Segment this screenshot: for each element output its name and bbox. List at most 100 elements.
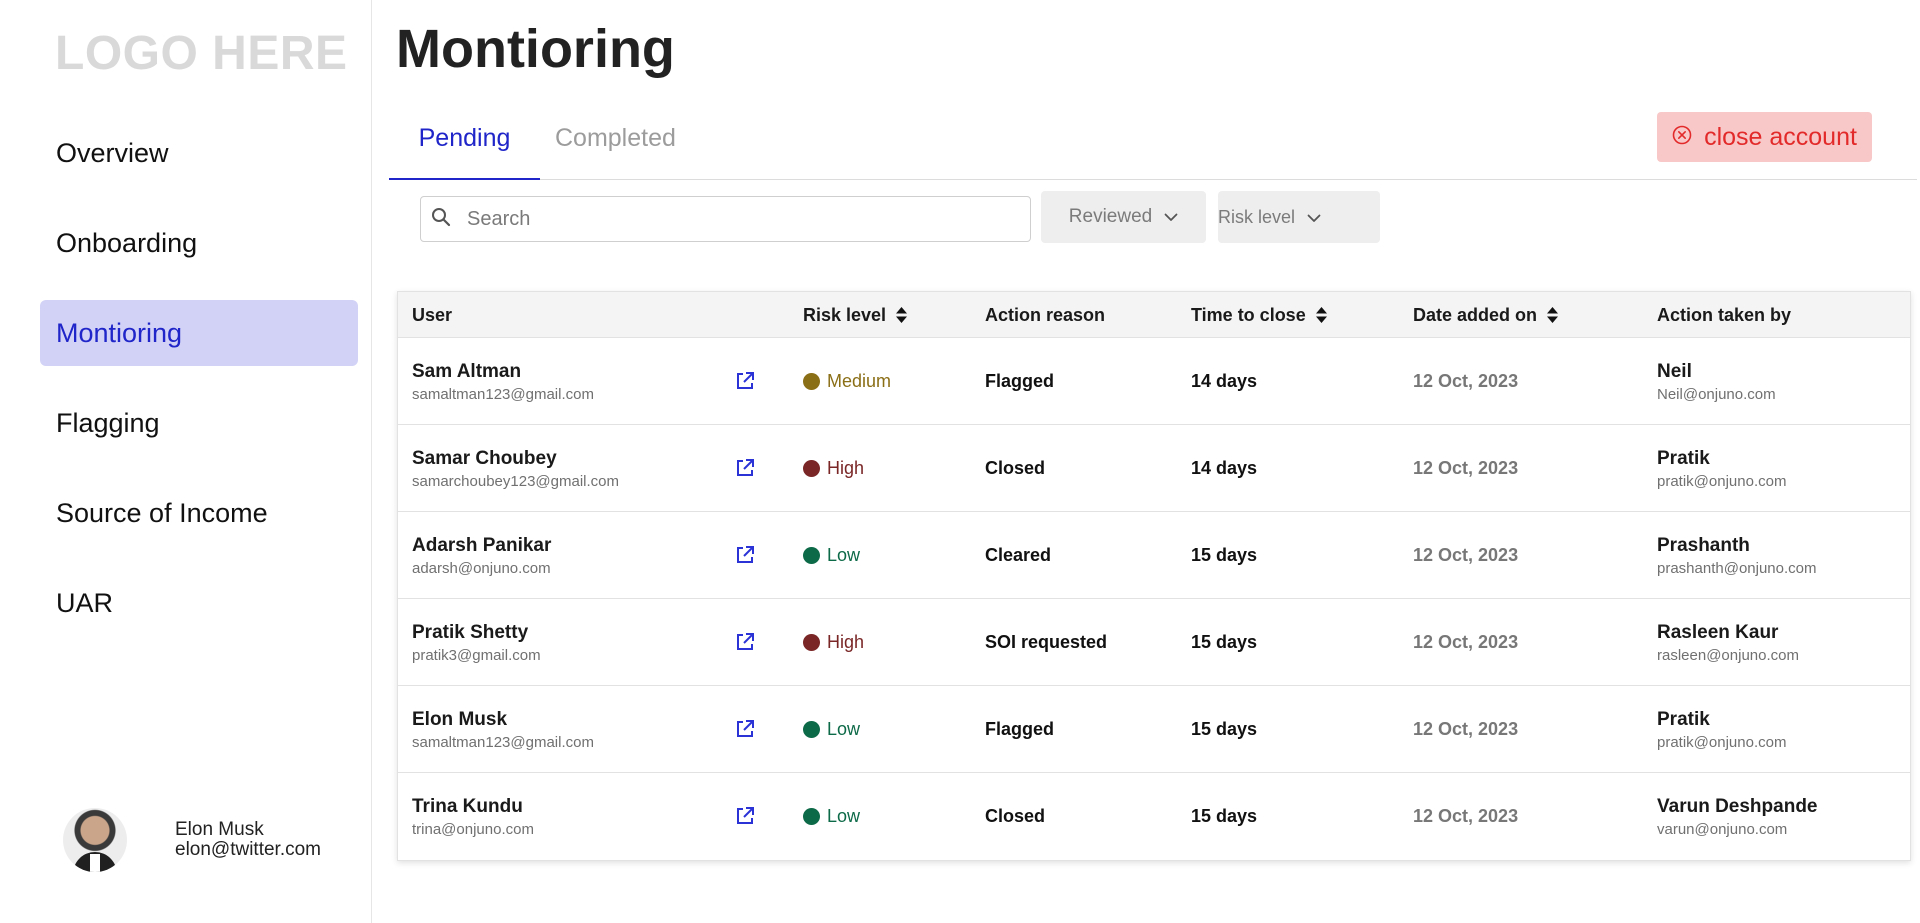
risk-level-filter-dropdown[interactable]: Risk level	[1218, 191, 1380, 243]
time-to-close-cell: 15 days	[1191, 545, 1258, 565]
action-by-email: rasleen@onjuno.com	[1657, 646, 1799, 664]
action-taken-by-cell: Neil Neil@onjuno.com	[1657, 338, 1776, 425]
user-cell: Trina Kundu trina@onjuno.com	[412, 773, 534, 860]
close-account-button[interactable]: close account	[1657, 112, 1872, 162]
sidebar-nav: Overview Onboarding Montioring Flagging …	[40, 120, 358, 660]
avatar	[63, 808, 127, 872]
action-taken-by-cell: Varun Deshpande varun@onjuno.com	[1657, 773, 1818, 860]
action-by-name: Rasleen Kaur	[1657, 621, 1779, 643]
action-taken-by-cell: Rasleen Kaur rasleen@onjuno.com	[1657, 599, 1799, 686]
sidebar-item-overview[interactable]: Overview	[40, 120, 358, 186]
user-cell: Samar Choubey samarchoubey123@gmail.com	[412, 425, 619, 512]
external-link-icon[interactable]	[735, 719, 755, 744]
date-added-cell: 12 Oct, 2023	[1413, 719, 1519, 739]
current-user-email: elon@twitter.com	[175, 839, 322, 860]
user-email: adarsh@onjuno.com	[412, 559, 551, 577]
sort-icon	[1547, 307, 1559, 323]
external-link-icon[interactable]	[735, 806, 755, 831]
risk-label: Low	[827, 806, 861, 826]
action-reason-cell: Cleared	[985, 545, 1052, 565]
table-header-row: User Risk level Action reason Time to cl…	[398, 292, 1910, 338]
column-header-time-to-close[interactable]: Time to close	[1191, 292, 1327, 338]
user-email: samaltman123@gmail.com	[412, 733, 594, 751]
current-user-card[interactable]: Elon Musk elon@twitter.com	[63, 808, 321, 872]
column-header-risk-level[interactable]: Risk level	[803, 292, 908, 338]
table-row[interactable]: Elon Musk samaltman123@gmail.com Low Fla…	[398, 686, 1910, 773]
date-added-cell: 12 Oct, 2023	[1413, 545, 1519, 565]
date-added-cell: 12 Oct, 2023	[1413, 371, 1519, 391]
external-link-icon[interactable]	[735, 632, 755, 657]
table-row[interactable]: Samar Choubey samarchoubey123@gmail.com …	[398, 425, 1910, 512]
sidebar-item-monitoring[interactable]: Montioring	[40, 300, 358, 366]
risk-dot	[803, 547, 820, 564]
time-to-close-cell: 15 days	[1191, 806, 1258, 826]
action-by-email: varun@onjuno.com	[1657, 820, 1788, 838]
sidebar: LOGO HERE Overview Onboarding Montioring…	[0, 0, 372, 923]
sidebar-item-uar[interactable]: UAR	[40, 570, 358, 636]
action-reason-cell: Flagged	[985, 719, 1055, 739]
current-user-name: Elon Musk	[175, 819, 264, 840]
user-email: trina@onjuno.com	[412, 820, 534, 838]
action-by-name: Pratik	[1657, 447, 1710, 469]
search-box	[420, 196, 1031, 242]
risk-level-cell: Medium	[803, 338, 891, 425]
table-row[interactable]: Adarsh Panikar adarsh@onjuno.com Low Cle…	[398, 512, 1910, 599]
sidebar-item-source-of-income[interactable]: Source of Income	[40, 480, 358, 546]
risk-label: High	[827, 632, 865, 652]
user-cell: Pratik Shetty pratik3@gmail.com	[412, 599, 541, 686]
time-to-close-cell: 14 days	[1191, 371, 1258, 391]
column-header-date-added[interactable]: Date added on	[1413, 292, 1559, 338]
close-account-label: close account	[1704, 122, 1857, 151]
column-header-action-reason: Action reason	[985, 305, 1106, 325]
sort-icon	[1315, 307, 1327, 323]
risk-level-filter-label: Risk level	[1218, 206, 1296, 227]
time-to-close-cell: 15 days	[1191, 632, 1258, 652]
risk-dot	[803, 373, 820, 390]
external-link-icon[interactable]	[735, 371, 755, 396]
risk-label: Medium	[827, 371, 892, 391]
action-by-name: Prashanth	[1657, 534, 1750, 556]
risk-level-cell: Low	[803, 773, 860, 860]
risk-dot	[803, 721, 820, 738]
table-row[interactable]: Trina Kundu trina@onjuno.com Low Closed …	[398, 773, 1910, 860]
action-reason-cell: SOI requested	[985, 632, 1108, 652]
risk-label: High	[827, 458, 865, 478]
user-name: Sam Altman	[412, 360, 522, 382]
sidebar-item-flagging[interactable]: Flagging	[40, 390, 358, 456]
external-link-icon[interactable]	[735, 458, 755, 483]
risk-dot	[803, 808, 820, 825]
time-to-close-cell: 15 days	[1191, 719, 1258, 739]
user-email: samarchoubey123@gmail.com	[412, 472, 619, 490]
date-added-cell: 12 Oct, 2023	[1413, 458, 1519, 478]
sidebar-item-onboarding[interactable]: Onboarding	[40, 210, 358, 276]
action-by-email: pratik@onjuno.com	[1657, 733, 1787, 751]
date-added-cell: 12 Oct, 2023	[1413, 806, 1519, 826]
reviewed-filter-dropdown[interactable]: Reviewed	[1041, 191, 1206, 243]
action-taken-by-cell: Prashanth prashanth@onjuno.com	[1657, 512, 1817, 599]
user-cell: Adarsh Panikar adarsh@onjuno.com	[412, 512, 551, 599]
action-taken-by-cell: Pratik pratik@onjuno.com	[1657, 686, 1786, 773]
user-name: Samar Choubey	[412, 447, 557, 469]
tab-pending[interactable]: Pending	[389, 108, 540, 180]
user-name: Trina Kundu	[412, 795, 523, 817]
search-icon	[431, 207, 451, 232]
user-cell: Elon Musk samaltman123@gmail.com	[412, 686, 594, 773]
sort-icon	[896, 307, 908, 323]
user-cell: Sam Altman samaltman123@gmail.com	[412, 338, 594, 425]
table-row[interactable]: Sam Altman samaltman123@gmail.com Medium…	[398, 338, 1910, 425]
table-row[interactable]: Pratik Shetty pratik3@gmail.com High SOI…	[398, 599, 1910, 686]
risk-level-cell: High	[803, 599, 864, 686]
action-reason-cell: Closed	[985, 458, 1046, 478]
tab-completed[interactable]: Completed	[555, 108, 676, 180]
action-by-name: Neil	[1657, 360, 1692, 382]
risk-level-cell: High	[803, 425, 864, 512]
action-by-email: prashanth@onjuno.com	[1657, 559, 1817, 577]
risk-label: Low	[827, 545, 861, 565]
risk-level-cell: Low	[803, 512, 860, 599]
user-name: Pratik Shetty	[412, 621, 529, 643]
column-header-action-taken-by: Action taken by	[1657, 305, 1792, 325]
external-link-icon[interactable]	[735, 545, 755, 570]
action-by-name: Pratik	[1657, 708, 1710, 730]
risk-dot	[803, 460, 820, 477]
search-input[interactable]	[467, 207, 1027, 231]
